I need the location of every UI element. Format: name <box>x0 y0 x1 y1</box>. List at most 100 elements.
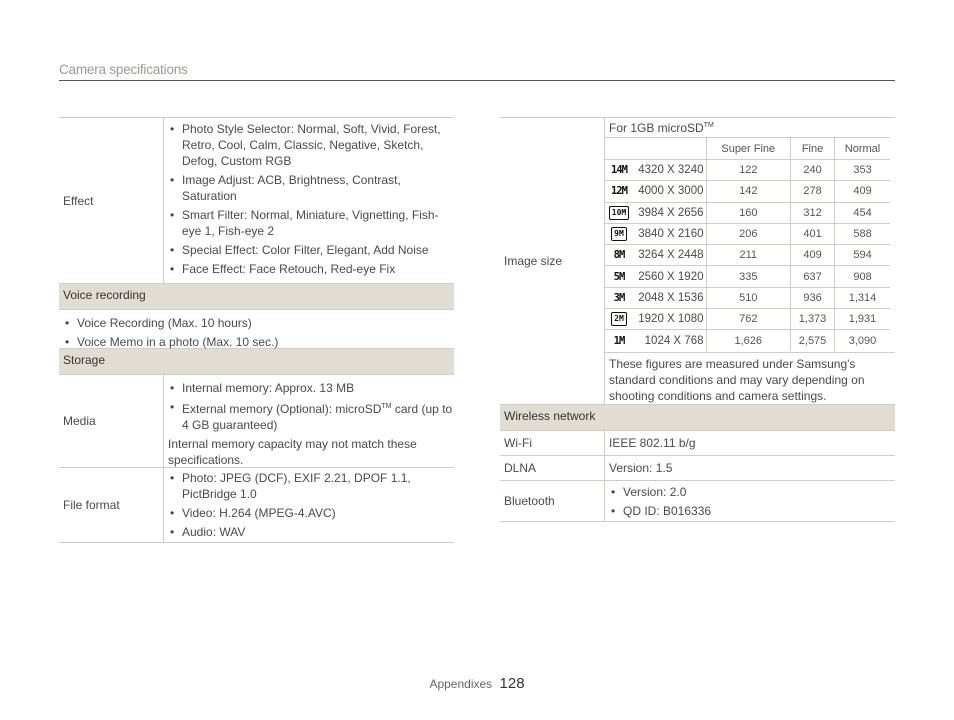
resolution-2m-icon: 2M <box>611 312 627 327</box>
right-spec-table: Image size For 1GB microSDTM Super Fine … <box>500 117 895 522</box>
normal-cell: 3,090 <box>834 329 890 352</box>
page-number: 128 <box>499 675 525 692</box>
list-item: Smart Filter: Normal, Miniature, Vignett… <box>168 207 454 239</box>
resolution-12m-icon: 12M <box>611 185 628 198</box>
table-header-row: Super Fine Fine Normal <box>605 137 890 160</box>
super-fine-cell: 211 <box>705 244 791 266</box>
table-row: 14M 4320 X 3240 122 240 353 <box>605 158 890 181</box>
image-size-note: These figures are measured under Samsung… <box>605 352 895 404</box>
super-fine-cell: 335 <box>705 265 791 288</box>
image-size-title: For 1GB microSDTM <box>609 121 714 135</box>
effect-list: Photo Style Selector: Normal, Soft, Vivi… <box>168 121 454 277</box>
super-fine-cell: 1,626 <box>705 329 791 352</box>
resolution-cell: 3264 X 2448 <box>633 244 707 266</box>
dlna-row: DLNA Version: 1.5 <box>500 455 895 480</box>
image-size-label: Image size <box>500 118 605 404</box>
list-item: Audio: WAV <box>168 524 454 540</box>
footer-label: Appendixes <box>429 677 493 691</box>
normal-cell: 409 <box>834 180 890 203</box>
fine-cell: 312 <box>790 201 835 224</box>
resolution-cell: 2560 X 1920 <box>633 265 707 288</box>
effect-label: Effect <box>59 118 164 283</box>
file-format-row: File format Photo: JPEG (DCF), EXIF 2.21… <box>59 467 454 543</box>
normal-cell: 454 <box>834 201 890 224</box>
fine-cell: 637 <box>790 265 835 288</box>
column-header: Fine <box>790 137 835 160</box>
resolution-cell: 2048 X 1536 <box>633 286 707 309</box>
normal-cell: 353 <box>834 158 890 181</box>
super-fine-cell: 762 <box>705 308 791 330</box>
image-size-table: Super Fine Fine Normal 14M 4320 X 3240 122… <box>605 137 890 352</box>
wireless-network-section-title: Wireless network <box>500 404 895 430</box>
table-row: 10M 3984 X 2656 160 312 454 <box>605 201 890 224</box>
resolution-cell: 1024 X 768 <box>633 329 707 352</box>
list-item: Voice Recording (Max. 10 hours) <box>63 315 454 331</box>
resolution-cell: 3984 X 2656 <box>633 201 707 224</box>
column-header: Super Fine <box>705 137 791 160</box>
resolution-cell: 3840 X 2160 <box>633 222 707 245</box>
normal-cell: 594 <box>834 244 890 266</box>
effect-row: Effect Photo Style Selector: Normal, Sof… <box>59 117 454 283</box>
normal-cell: 1,931 <box>834 308 890 330</box>
page-title: Camera specifications <box>59 62 188 77</box>
list-item: Version: 2.0 <box>609 484 895 500</box>
image-size-row: Image size For 1GB microSDTM Super Fine … <box>500 117 895 404</box>
fine-cell: 1,373 <box>790 308 835 330</box>
resolution-14m-icon: 14M <box>611 164 628 177</box>
media-label: Media <box>59 375 164 467</box>
fine-cell: 936 <box>790 286 835 309</box>
normal-cell: 1,314 <box>834 286 890 309</box>
resolution-3m-icon: 3M <box>613 291 626 304</box>
storage-section-title: Storage <box>59 348 454 374</box>
resolution-cell: 1920 X 1080 <box>633 308 707 330</box>
table-row: 8M 3264 X 2448 211 409 594 <box>605 244 890 266</box>
voice-recording-row: Voice Recording (Max. 10 hours) Voice Me… <box>59 309 454 350</box>
super-fine-cell: 510 <box>705 286 791 309</box>
normal-cell: 908 <box>834 265 890 288</box>
list-item: Voice Memo in a photo (Max. 10 sec.) <box>63 334 454 350</box>
page-footer: Appendixes 128 <box>0 675 954 692</box>
resolution-10m-icon: 10M <box>608 205 630 220</box>
list-item: Special Effect: Color Filter, Elegant, A… <box>168 242 454 258</box>
table-row: 2M 1920 X 1080 762 1,373 1,931 <box>605 308 890 330</box>
wifi-value: IEEE 802.11 b/g <box>609 436 696 450</box>
fine-cell: 240 <box>790 158 835 181</box>
bluetooth-label: Bluetooth <box>500 481 605 521</box>
media-note: Internal memory capacity may not match t… <box>168 437 417 467</box>
resolution-cell: 4000 X 3000 <box>633 180 707 203</box>
resolution-1m-icon: 1M <box>613 334 626 347</box>
dlna-label: DLNA <box>500 456 605 480</box>
left-spec-table: Effect Photo Style Selector: Normal, Sof… <box>59 117 454 543</box>
table-row: 9M 3840 X 2160 206 401 588 <box>605 222 890 245</box>
dlna-value: Version: 1.5 <box>609 461 673 475</box>
super-fine-cell: 122 <box>705 158 791 181</box>
list-item: QD ID: B016336 <box>609 503 895 519</box>
resolution-9m-icon: 9M <box>611 227 627 242</box>
super-fine-cell: 160 <box>705 201 791 224</box>
list-item: Face Effect: Face Retouch, Red-eye Fix <box>168 261 454 277</box>
fine-cell: 409 <box>790 244 835 266</box>
table-row: 3M 2048 X 1536 510 936 1,314 <box>605 286 890 309</box>
list-item: Video: H.264 (MPEG-4.AVC) <box>168 505 454 521</box>
list-item: Photo Style Selector: Normal, Soft, Vivi… <box>168 121 454 169</box>
fine-cell: 401 <box>790 222 835 245</box>
wifi-row: Wi-Fi IEEE 802.11 b/g <box>500 430 895 455</box>
resolution-cell: 4320 X 3240 <box>633 158 707 181</box>
page-header: Camera specifications <box>59 61 895 81</box>
list-item: Internal memory: Approx. 13 MB <box>168 380 454 396</box>
resolution-8m-icon: 8M <box>613 249 626 262</box>
table-row: 12M 4000 X 3000 142 278 409 <box>605 180 890 203</box>
list-item: Photo: JPEG (DCF), EXIF 2.21, DPOF 1.1, … <box>168 470 454 502</box>
list-item: External memory (Optional): microSDTM ca… <box>168 399 454 433</box>
media-row: Media Internal memory: Approx. 13 MB Ext… <box>59 374 454 467</box>
column-header: Normal <box>834 137 890 160</box>
super-fine-cell: 206 <box>705 222 791 245</box>
file-format-label: File format <box>59 468 164 542</box>
table-row: 1M 1024 X 768 1,626 2,575 3,090 <box>605 329 890 352</box>
bluetooth-row: Bluetooth Version: 2.0 QD ID: B016336 <box>500 480 895 522</box>
list-item: Image Adjust: ACB, Brightness, Contrast,… <box>168 172 454 204</box>
fine-cell: 278 <box>790 180 835 203</box>
fine-cell: 2,575 <box>790 329 835 352</box>
wifi-label: Wi-Fi <box>500 431 605 455</box>
super-fine-cell: 142 <box>705 180 791 203</box>
